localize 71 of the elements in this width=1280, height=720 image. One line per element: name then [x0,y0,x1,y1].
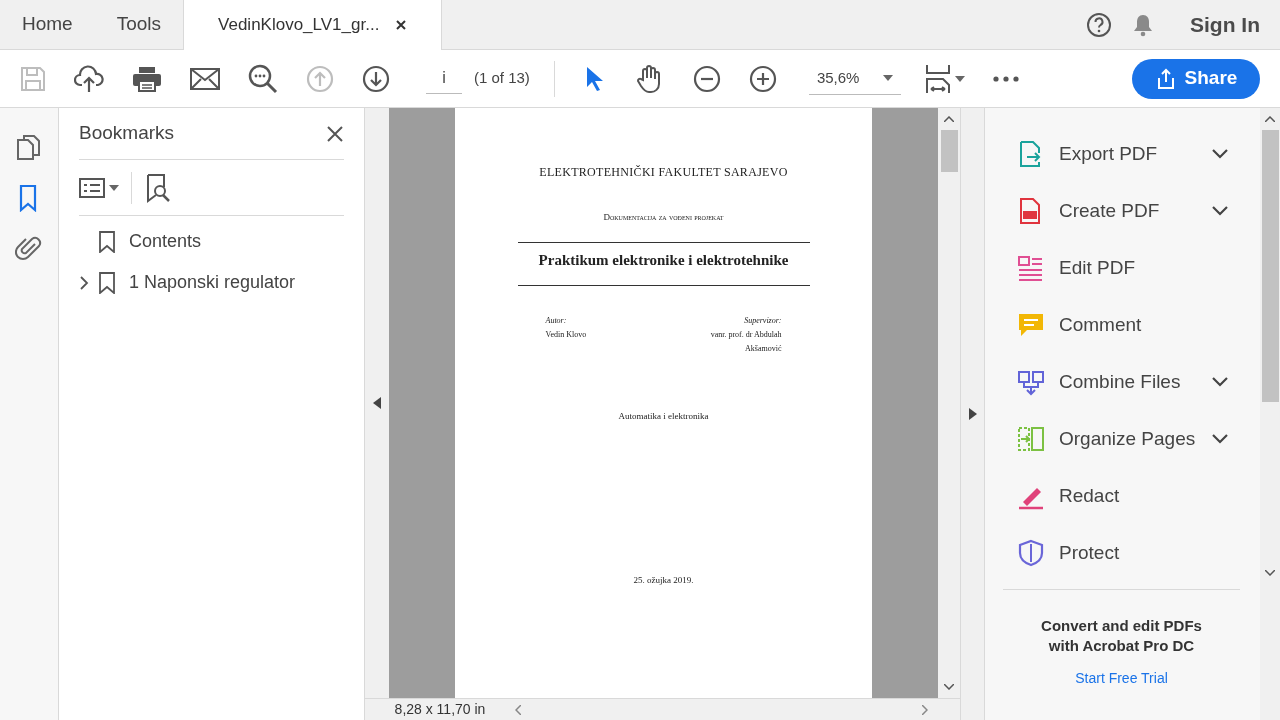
caret-icon [882,75,893,81]
page-fit-button[interactable] [924,62,965,95]
scroll-up-icon[interactable] [1265,116,1275,122]
tool-item[interactable]: Export PDF [1003,126,1240,182]
supervisor-name: vanr. prof. dr Abdulah [710,329,782,341]
bookmark-search-icon[interactable] [144,172,172,203]
zoom-dropdown[interactable]: 35,6% [808,62,901,95]
chevron-down-icon[interactable] [1212,434,1228,444]
expand-panel-arrow-icon[interactable] [968,408,977,420]
page-size-label: 8,28 x 11,70 in [393,700,487,719]
document-title: Praktikum elektronike i elektrotehnike [538,250,789,270]
caret-icon [954,75,965,82]
bookmark-item[interactable]: 1 Naponski regulator [79,267,344,298]
scroll-right-icon[interactable] [922,704,928,715]
supervisor-label: Supervizor: [744,315,782,327]
close-icon[interactable] [395,19,408,31]
tool-item[interactable]: Create PDF [1003,183,1240,239]
options-button[interactable] [79,176,119,199]
help-icon[interactable] [1086,11,1112,38]
scrollbar-thumb[interactable] [940,130,958,172]
envelope-icon[interactable] [190,67,220,90]
tab[interactable]: Home [0,0,95,49]
bell-icon[interactable] [1132,12,1154,37]
zoom-in-icon[interactable] [748,64,777,93]
start-free-trial-link[interactable]: Start Free Trial [1003,668,1240,689]
paperclip-icon[interactable] [15,234,43,262]
scroll-down-icon[interactable] [1265,570,1275,576]
chevron-down-icon[interactable] [1212,149,1228,159]
printer-icon[interactable] [132,65,162,92]
study-program: Automatika i elektronika [618,410,709,423]
chevron-right-icon[interactable] [79,275,89,290]
promo-text: Convert and edit PDFs with Acrobat Pro DC [1040,616,1203,656]
tool-item[interactable]: Organize Pages [1003,411,1240,467]
tab[interactable]: Tools [94,0,184,49]
supervisor-name: Akšamović [745,343,782,355]
scroll-up-icon[interactable] [944,116,954,122]
author-name: Vedin Klovo [545,329,587,341]
bookmark-icon [99,230,115,253]
tool-item[interactable]: Protect [1003,525,1240,581]
tab[interactable]: VedinKlovo_LV1_gr... [183,0,443,50]
zoom-out-icon[interactable] [692,64,721,93]
author-label: Autor: [545,315,568,327]
fit-width-icon [924,62,951,95]
page-number-field[interactable]: i [426,63,462,94]
scroll-left-icon[interactable] [515,704,521,715]
search-icon[interactable] [248,63,278,94]
list-icon [79,176,105,199]
panel-title: Bookmarks [79,121,175,146]
sign-in-button[interactable]: Sign In [1190,8,1260,41]
chevron-down-icon[interactable] [1212,206,1228,216]
scroll-down-icon[interactable] [944,684,954,690]
tool-item[interactable]: Comment [1003,297,1240,353]
down-arrow-circle-icon[interactable] [362,64,390,93]
caret-icon [109,184,119,191]
institution-heading: ELEKTROTEHNIČKI FAKULTET SARAJEVO [539,164,788,181]
bookmark-icon [99,271,115,294]
share-button[interactable]: Share [1132,58,1260,99]
bookmark-item[interactable]: Contents [79,226,344,257]
previous-page-arrow-icon[interactable] [373,397,381,409]
document-subtitle: Dokumentacija za vođeni projekat [603,211,724,224]
more-icon[interactable] [992,75,1019,82]
close-icon[interactable] [326,124,344,143]
document-date: 25. ožujka 2019. [633,573,694,587]
pages-icon[interactable] [15,134,43,162]
chevron-down-icon[interactable] [1212,377,1228,387]
page-count: (1 of 13) [474,68,530,89]
cloud-upload-icon[interactable] [74,64,104,93]
tool-item[interactable]: Edit PDF [1003,240,1240,296]
tool-item[interactable]: Redact [1003,468,1240,524]
tool-item[interactable]: Combine Files [1003,354,1240,410]
scrollbar-thumb[interactable] [1261,130,1279,402]
